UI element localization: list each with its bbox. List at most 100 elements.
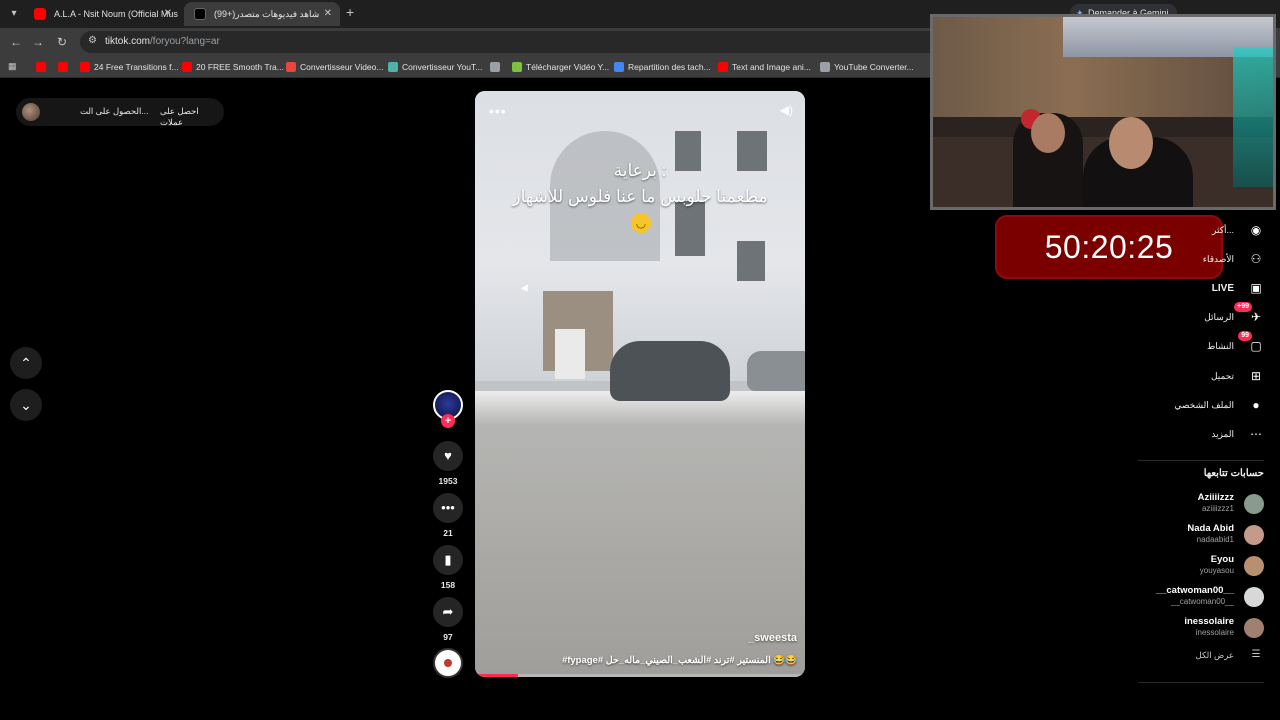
reload-icon[interactable]: ↻	[54, 34, 70, 50]
site-info-icon[interactable]: ⚙	[88, 35, 97, 46]
following-account[interactable]: Eyou youyasou	[1124, 552, 1264, 582]
new-tab-button[interactable]: +	[346, 4, 354, 20]
avatar	[1244, 587, 1264, 607]
get-coins-link[interactable]: احصل على عملات	[160, 106, 224, 128]
messages-icon: ✈	[1250, 310, 1262, 324]
following-account[interactable]: inessolaire inessolaire	[1124, 614, 1264, 644]
youtube-icon	[34, 8, 46, 20]
nav-item-friends[interactable]: الأصدقاء ⚇	[1203, 249, 1264, 269]
video-author[interactable]: _sweesta	[748, 632, 797, 644]
list-icon: ☰	[1251, 649, 1261, 660]
share-button[interactable]: ➦	[433, 597, 463, 627]
following-account[interactable]: Aziiiizzz aziiiizzz1	[1124, 490, 1264, 520]
cam-person-head	[1109, 117, 1153, 169]
account-username: nadaabid1	[1196, 535, 1234, 544]
previous-video-button[interactable]: ⌃	[10, 347, 42, 379]
following-account[interactable]: Nada Abid nadaabid1	[1124, 521, 1264, 551]
sound-icon[interactable]: ◀)	[780, 103, 793, 117]
avatar[interactable]	[22, 103, 40, 121]
bookmark-label: Télécharger Vidéo Y...	[526, 62, 610, 72]
bookmark-item[interactable]: Text and Image ani...	[718, 60, 811, 74]
bookmark-item[interactable]	[490, 60, 504, 74]
back-icon[interactable]: ←	[8, 34, 24, 50]
bookmark-favicon-icon	[820, 62, 830, 72]
nav-item-more[interactable]: المزيد ⋯	[1211, 424, 1264, 444]
nav-item-activity[interactable]: النشاط ▢ 99	[1207, 331, 1264, 356]
music-disc-icon	[444, 659, 452, 667]
notification-badge: 99	[1238, 331, 1252, 341]
account-username: __catwoman00__	[1170, 597, 1234, 606]
tab-search-button[interactable]: ▾	[6, 6, 22, 22]
more-options-icon[interactable]: •••	[489, 103, 507, 119]
upside-down-emoji-icon: ◡	[631, 213, 651, 233]
video-description[interactable]: #fypage# المنستير #ترند #الشعب_الصيني_ما…	[562, 655, 797, 666]
video-player[interactable]: برعاية : مطعمنا حلوبس ما عنا فلوس للاشها…	[475, 91, 805, 677]
bookmark-item[interactable]	[58, 60, 72, 74]
profile-icon: ●	[1252, 398, 1260, 412]
notification-badge: +99	[1234, 302, 1252, 312]
nav-item-upload[interactable]: تحميل ⊞	[1211, 366, 1264, 386]
friends-icon: ⚇	[1250, 252, 1262, 266]
bookmark-label: 24 Free Transitions f...	[94, 62, 179, 72]
tab-title: A.L.A - Nsit Noum (Official Mus	[54, 9, 178, 19]
following-account[interactable]: __catwoman00__ __catwoman00__	[1124, 583, 1264, 613]
bookmark-favicon-icon	[58, 62, 68, 72]
bookmark-favicon-icon	[388, 62, 398, 72]
bookmark-item[interactable]: 20 FREE Smooth Tra...	[182, 60, 284, 74]
like-button[interactable]: ♥	[433, 441, 463, 471]
nav-item-foryou[interactable]: أكثر... ◉	[1212, 220, 1264, 240]
close-tab-icon[interactable]: ✕	[164, 2, 172, 26]
comment-icon: •••	[441, 500, 455, 515]
video-window	[675, 201, 705, 256]
get-app-link[interactable]: الحصول على الت...	[80, 106, 148, 117]
foryou-icon: ◉	[1250, 223, 1262, 237]
cam-person-head	[1031, 113, 1065, 153]
bookmark-label: Convertisseur YouT...	[402, 62, 483, 72]
heart-icon: ♥	[444, 448, 452, 463]
tab-youtube[interactable]: A.L.A - Nsit Noum (Official Mus ✕	[24, 2, 180, 26]
video-caption-line1: برعاية :	[613, 161, 667, 180]
bookmark-favicon-icon	[614, 62, 624, 72]
upload-icon: ⊞	[1250, 369, 1262, 383]
close-tab-icon[interactable]: ✕	[324, 2, 332, 26]
account-username: youyasou	[1199, 566, 1234, 575]
bookmark-item[interactable]: 24 Free Transitions f...	[80, 60, 179, 74]
bookmark-item[interactable]: Convertisseur YouT...	[388, 60, 482, 74]
music-disc-button[interactable]	[433, 648, 463, 678]
save-button[interactable]: ▮	[433, 545, 463, 575]
bookmark-label: YouTube Converter...	[834, 62, 914, 72]
account-name: __catwoman00__	[1155, 585, 1234, 596]
bookmark-item[interactable]: Télécharger Vidéo Y...	[512, 60, 609, 74]
like-count: 1953	[438, 476, 458, 486]
account-name: Aziiiizzz	[1197, 492, 1234, 503]
account-name: Nada Abid	[1187, 523, 1234, 534]
bookmark-favicon-icon	[36, 62, 46, 72]
apps-icon[interactable]: ▦	[8, 61, 18, 71]
video-progress-bar[interactable]	[475, 674, 805, 677]
bookmark-label: Repartition des tach...	[628, 62, 711, 72]
comment-count: 21	[443, 528, 453, 538]
follow-plus-icon[interactable]: +	[441, 414, 455, 428]
bookmark-item[interactable]: Convertisseur Video...	[286, 60, 383, 74]
see-all-link[interactable]: عرض الكل ☰	[1196, 649, 1264, 661]
cam-led-light	[1233, 47, 1273, 187]
bookmark-item[interactable]: Repartition des tach...	[614, 60, 711, 74]
nav-item-profile[interactable]: الملف الشخصي ●	[1174, 395, 1264, 415]
tab-tiktok[interactable]: (99+)شاهد فيديوهات متصدر ✕	[184, 2, 340, 26]
account-name: inessolaire	[1184, 616, 1234, 627]
account-username: aziiiizzz1	[1201, 504, 1234, 513]
bookmark-item[interactable]: YouTube Converter...	[820, 60, 914, 74]
bookmark-item[interactable]	[36, 60, 50, 74]
bookmark-favicon-icon	[80, 62, 90, 72]
nav-item-messages[interactable]: الرسائل ✈ +99	[1204, 302, 1264, 327]
bookmark-favicon-icon	[718, 62, 728, 72]
activity-icon: ▢	[1250, 339, 1262, 353]
avatar	[1244, 556, 1264, 576]
avatar	[1244, 494, 1264, 514]
next-video-button[interactable]: ⌄	[10, 389, 42, 421]
video-progress-fill	[475, 674, 518, 677]
comment-button[interactable]: •••	[433, 493, 463, 523]
forward-icon[interactable]: →	[30, 34, 46, 50]
video-caption-line2: مطعمنا حلوبس ما عنا فلوس للاشهار	[512, 187, 768, 206]
nav-item-live[interactable]: LIVE ▣	[1212, 278, 1264, 298]
